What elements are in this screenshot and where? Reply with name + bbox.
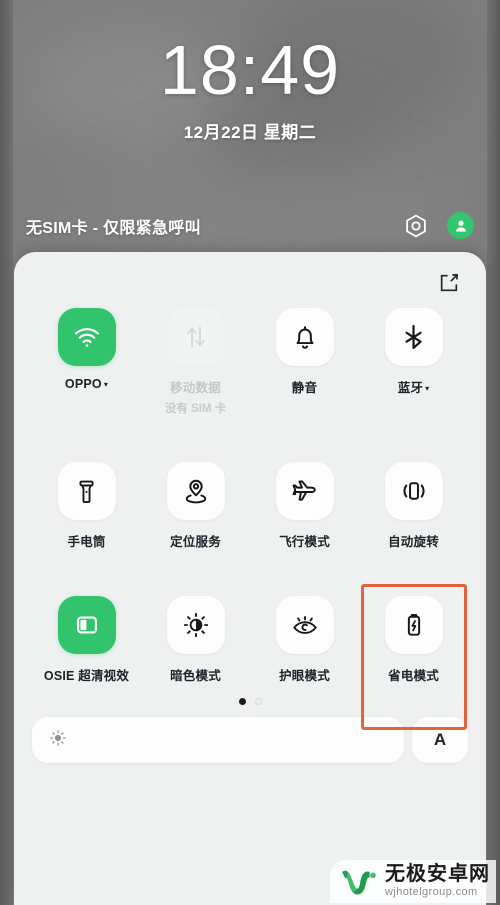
- tile-label-silent: 静音: [291, 381, 318, 395]
- chevron-down-icon: ▾: [103, 380, 109, 390]
- tile-label-bluetooth: 蓝牙 ▾: [397, 381, 430, 395]
- brightness-row: A: [26, 717, 474, 763]
- tile-label-mobile-data: 移动数据: [170, 381, 221, 395]
- chevron-down-icon: ▾: [425, 384, 430, 394]
- user-avatar-icon[interactable]: [447, 212, 474, 239]
- lockscreen-clock: 18:49 12月22日 星期二: [0, 30, 500, 143]
- tile-wifi[interactable]: OPPO ▾: [32, 304, 141, 416]
- phone-screen: 18:49 12月22日 星期二 无SIM卡 - 仅限紧急呼叫 OPPO ▾ 移…: [0, 0, 500, 905]
- tile-icon-osie[interactable]: [57, 596, 116, 654]
- tile-auto-rotate[interactable]: 自动旋转: [359, 458, 468, 550]
- tile-eye-care[interactable]: 护眼模式: [250, 592, 359, 684]
- watermark-url: wjhotelgroup.com: [385, 886, 478, 899]
- quick-settings-header: [26, 252, 474, 304]
- tile-icon-auto-rotate[interactable]: [384, 462, 443, 520]
- tile-icon-airplane[interactable]: [275, 462, 334, 520]
- tile-icon-mobile-data[interactable]: [166, 308, 225, 366]
- tile-icon-wifi[interactable]: [57, 308, 116, 366]
- tile-icon-silent[interactable]: [275, 308, 334, 366]
- tile-label-auto-rotate: 自动旋转: [388, 535, 439, 549]
- tile-airplane[interactable]: 飞行模式: [250, 458, 359, 550]
- tile-mobile-data[interactable]: 移动数据 没有 SIM 卡: [141, 304, 250, 416]
- tile-silent[interactable]: 静音: [250, 304, 359, 416]
- tile-location[interactable]: 定位服务: [141, 458, 250, 550]
- page-indicator: [26, 698, 474, 705]
- edit-icon[interactable]: [438, 272, 460, 294]
- watermark-name: 无极安卓网: [385, 863, 490, 886]
- watermark-text: 无极安卓网 wjhotelgroup.com: [385, 864, 490, 899]
- tile-flashlight[interactable]: 手电筒: [32, 458, 141, 550]
- tile-label-airplane: 飞行模式: [279, 535, 330, 549]
- tile-icon-eye-care[interactable]: [275, 596, 334, 654]
- carrier-status-text: 无SIM卡 - 仅限紧急呼叫: [26, 219, 201, 237]
- tile-icon-dark-mode[interactable]: [166, 596, 225, 654]
- tile-label-osie: OSIE 超清视效: [43, 669, 130, 683]
- brightness-slider[interactable]: [32, 717, 404, 763]
- tile-label-location: 定位服务: [170, 535, 221, 549]
- tile-label-battery-saver: 省电模式: [388, 669, 439, 683]
- tile-icon-flashlight[interactable]: [57, 462, 116, 520]
- page-dot-2[interactable]: [254, 698, 262, 705]
- w-logo-icon: [338, 867, 378, 897]
- clock-time: 18:49: [159, 31, 341, 109]
- carrier-row: 无SIM卡 - 仅限紧急呼叫: [0, 212, 500, 239]
- tile-label-eye-care: 护眼模式: [279, 669, 330, 683]
- tile-label-dark-mode: 暗色模式: [170, 669, 221, 683]
- clock-date: 12月22日 星期二: [183, 123, 317, 142]
- tile-osie[interactable]: OSIE 超清视效: [32, 592, 141, 684]
- quick-settings-grid: OPPO ▾ 移动数据 没有 SIM 卡 静音 蓝牙 ▾ 手电筒 定位服务 飞行…: [26, 304, 474, 684]
- carrier-actions: [403, 212, 474, 239]
- auto-brightness-button[interactable]: A: [412, 717, 468, 763]
- tile-icon-bluetooth[interactable]: [384, 308, 443, 366]
- watermark: 无极安卓网 wjhotelgroup.com: [330, 860, 496, 903]
- quick-settings-panel: OPPO ▾ 移动数据 没有 SIM 卡 静音 蓝牙 ▾ 手电筒 定位服务 飞行…: [14, 252, 486, 905]
- tile-sublabel-mobile-data: 没有 SIM 卡: [164, 403, 227, 415]
- tile-battery-saver[interactable]: 省电模式: [359, 592, 468, 684]
- tile-label-wifi: OPPO ▾: [64, 377, 109, 391]
- brightness-sun-icon: [48, 728, 68, 753]
- tile-label-flashlight: 手电筒: [67, 535, 106, 549]
- tile-icon-location[interactable]: [166, 462, 225, 520]
- tile-icon-battery-saver[interactable]: [384, 596, 443, 654]
- tile-bluetooth[interactable]: 蓝牙 ▾: [359, 304, 468, 416]
- scan-hexagon-icon[interactable]: [403, 213, 429, 239]
- tile-dark-mode[interactable]: 暗色模式: [141, 592, 250, 684]
- page-dot-1[interactable]: [238, 698, 246, 705]
